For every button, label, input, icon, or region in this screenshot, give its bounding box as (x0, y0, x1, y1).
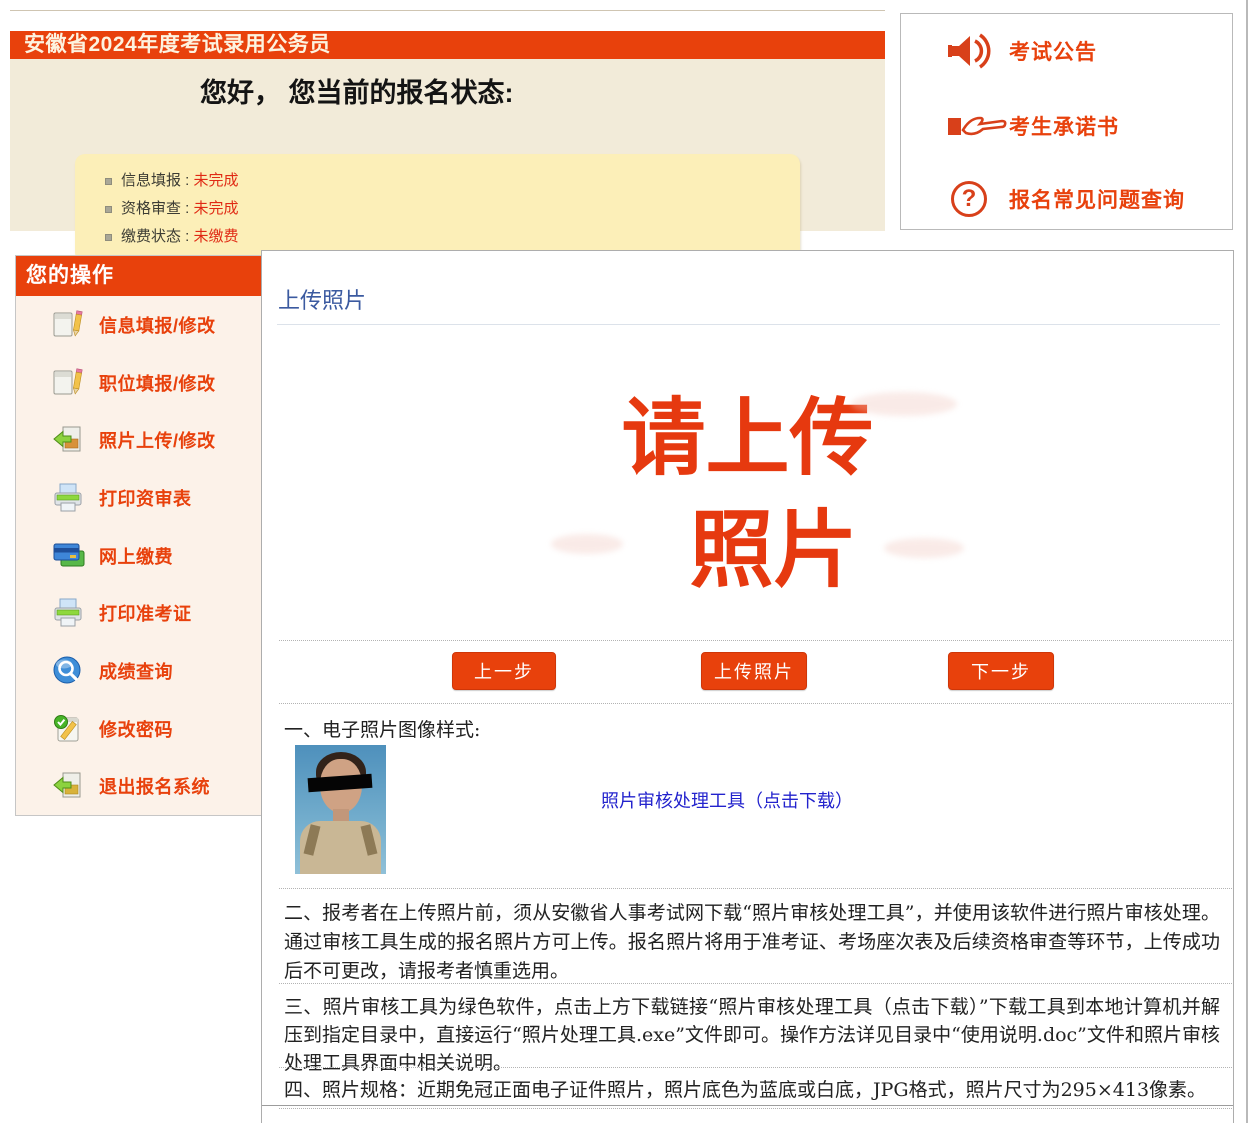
page-root: 安徽省2024年度考试录用公务员 您好， 您当前的报名状态: 信息填报 : 未完… (0, 0, 1251, 1123)
sidebar: 您的操作 信息填报/修改 (15, 255, 262, 816)
sidebar-item-label: 打印准考证 (99, 600, 192, 626)
section1-title: 一、电子照片图像样式: (284, 715, 480, 742)
photo-artifact (851, 392, 957, 416)
page-title: 安徽省2024年度考试录用公务员 (10, 31, 885, 59)
placeholder-text-line2: 照片 (288, 498, 1251, 602)
sidebar-item-info-edit[interactable]: 信息填报/修改 (16, 296, 261, 354)
question-circle-icon: ? (947, 181, 1009, 217)
section4-text: 四、照片规格：近期免冠正面电子证件照片，照片底色为蓝底或白底，JPG格式，照片尺… (284, 1076, 1220, 1104)
pointing-hand-icon (947, 109, 1009, 143)
exit-arrow-icon (52, 770, 86, 802)
doc-pencil-icon (52, 309, 86, 341)
status-value: 未完成 (194, 195, 239, 223)
section3-text: 三、照片审核工具为绿色软件，点击上方下载链接“照片审核处理工具（点击下载）”下载… (284, 993, 1220, 1077)
sidebar-item-label: 打印资审表 (99, 485, 192, 511)
status-row-info: 信息填报 : 未完成 (105, 167, 800, 195)
status-separator: : (181, 195, 194, 223)
prev-step-button[interactable]: 上一步 (452, 652, 556, 690)
placeholder-text-line1: 请上传 (262, 386, 1233, 490)
status-row-review: 资格审查 : 未完成 (105, 195, 800, 223)
photo-censor-bar (308, 774, 373, 792)
question-glyph: ? (951, 181, 987, 217)
sidebar-item-exit-system[interactable]: 退出报名系统 (16, 758, 261, 816)
sidebar-item-score-query[interactable]: 成绩查询 (16, 642, 261, 700)
sidebar-header: 您的操作 (16, 256, 261, 296)
quick-link-label: 考试公告 (1009, 36, 1097, 66)
notepad-check-icon (52, 713, 86, 745)
status-box: 信息填报 : 未完成 资格审查 : 未完成 缴费状态 : 未缴费 (75, 154, 800, 262)
sidebar-item-print-admission-ticket[interactable]: 打印准考证 (16, 584, 261, 642)
dotted-divider (279, 983, 1232, 984)
greeting-text: 您好， 您当前的报名状态: (10, 59, 885, 110)
status-section: 安徽省2024年度考试录用公务员 您好， 您当前的报名状态: 信息填报 : 未完… (10, 10, 885, 230)
dotted-divider (279, 703, 1232, 704)
magnifier-icon (52, 655, 86, 687)
sidebar-item-label: 退出报名系统 (99, 773, 210, 799)
status-row-payment: 缴费状态 : 未缴费 (105, 223, 800, 251)
quick-link-faq[interactable]: ? 报名常见问题查询 (901, 174, 1232, 224)
sidebar-item-print-review-form[interactable]: 打印资审表 (16, 469, 261, 527)
printer-icon (52, 597, 86, 629)
upload-photo-title: 上传照片 (278, 283, 366, 315)
sidebar-item-position-edit[interactable]: 职位填报/修改 (16, 354, 261, 412)
status-label: 资格审查 (121, 195, 181, 223)
sidebar-item-label: 网上缴费 (99, 543, 173, 569)
printer-icon (52, 482, 86, 514)
title-divider (277, 324, 1220, 325)
sidebar-item-label: 修改密码 (99, 716, 173, 742)
quick-links-panel: 考试公告 考生承诺书 ? 报名常见问题查询 (900, 13, 1233, 230)
sidebar-item-change-password[interactable]: 修改密码 (16, 700, 261, 758)
sidebar-item-online-payment[interactable]: 网上缴费 (16, 527, 261, 585)
upload-photo-button[interactable]: 上传照片 (701, 652, 807, 690)
doc-pencil-icon (52, 367, 86, 399)
quick-link-exam-announcement[interactable]: 考试公告 (901, 26, 1232, 76)
status-separator: : (181, 167, 194, 195)
dotted-divider (279, 1067, 1232, 1068)
dotted-divider (279, 640, 1232, 641)
status-value: 未完成 (194, 167, 239, 195)
section2-text: 二、报考者在上传照片前，须从安徽省人事考试网下载“照片审核处理工具”，并使用该软… (284, 899, 1220, 986)
sidebar-item-photo-upload[interactable]: 照片上传/修改 (16, 411, 261, 469)
status-separator: : (181, 223, 194, 251)
photo-tool-download-link[interactable]: 照片审核处理工具（点击下载） (601, 787, 853, 813)
status-label: 信息填报 (121, 167, 181, 195)
square-bullet-icon (105, 178, 112, 185)
quick-link-label: 报名常见问题查询 (1009, 184, 1185, 214)
square-bullet-icon (105, 206, 112, 213)
sidebar-item-label: 照片上传/修改 (99, 427, 216, 453)
bank-cards-icon (52, 540, 86, 572)
sample-id-photo (295, 745, 386, 874)
next-step-button[interactable]: 下一步 (948, 652, 1054, 690)
bottom-divider (262, 1105, 1233, 1106)
sidebar-item-label: 信息填报/修改 (99, 312, 216, 338)
status-body: 您好， 您当前的报名状态: 信息填报 : 未完成 资格审查 : 未完成 缴费状态 (10, 59, 885, 231)
dotted-divider (279, 888, 1232, 889)
sidebar-item-label: 成绩查询 (99, 658, 173, 684)
status-label: 缴费状态 (121, 223, 181, 251)
quick-link-candidate-pledge[interactable]: 考生承诺书 (901, 101, 1232, 151)
status-value: 未缴费 (194, 223, 239, 251)
photo-placeholder: 请上传 照片 (262, 386, 1233, 641)
dotted-divider (279, 1108, 1232, 1109)
square-bullet-icon (105, 234, 112, 241)
quick-link-label: 考生承诺书 (1009, 111, 1119, 141)
speaker-icon (947, 31, 1009, 71)
main-panel: 上传照片 请上传 照片 上一步 上传照片 下一步 一、电子照片图像样式: 照片审… (261, 250, 1234, 1123)
sidebar-item-label: 职位填报/修改 (99, 370, 216, 396)
photo-arrow-icon (52, 424, 86, 456)
